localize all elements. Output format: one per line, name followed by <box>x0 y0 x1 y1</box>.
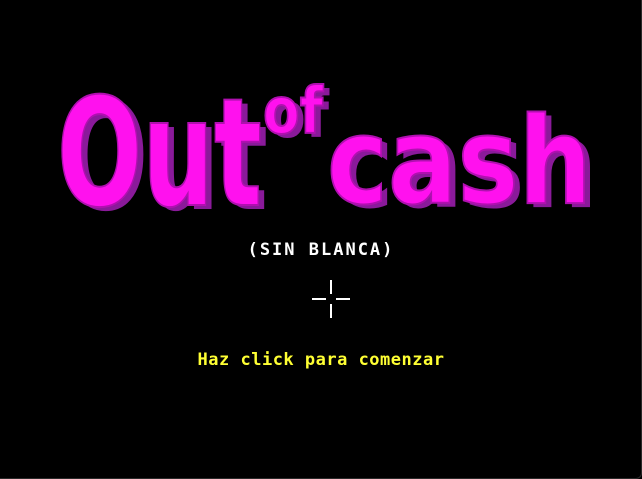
logo-of: of <box>263 75 324 149</box>
game-title-screen[interactable]: Out of cash Out of cash (SIN BLANCA) Haz… <box>0 0 642 479</box>
logo-cash: cash <box>327 93 592 225</box>
crosshair-icon <box>312 280 350 318</box>
logo-out: Out <box>57 67 262 225</box>
start-prompt[interactable]: Haz click para comenzar <box>0 350 642 370</box>
game-logo: Out of cash Out of cash <box>56 66 595 225</box>
game-subtitle: (SIN BLANCA) <box>247 240 395 260</box>
